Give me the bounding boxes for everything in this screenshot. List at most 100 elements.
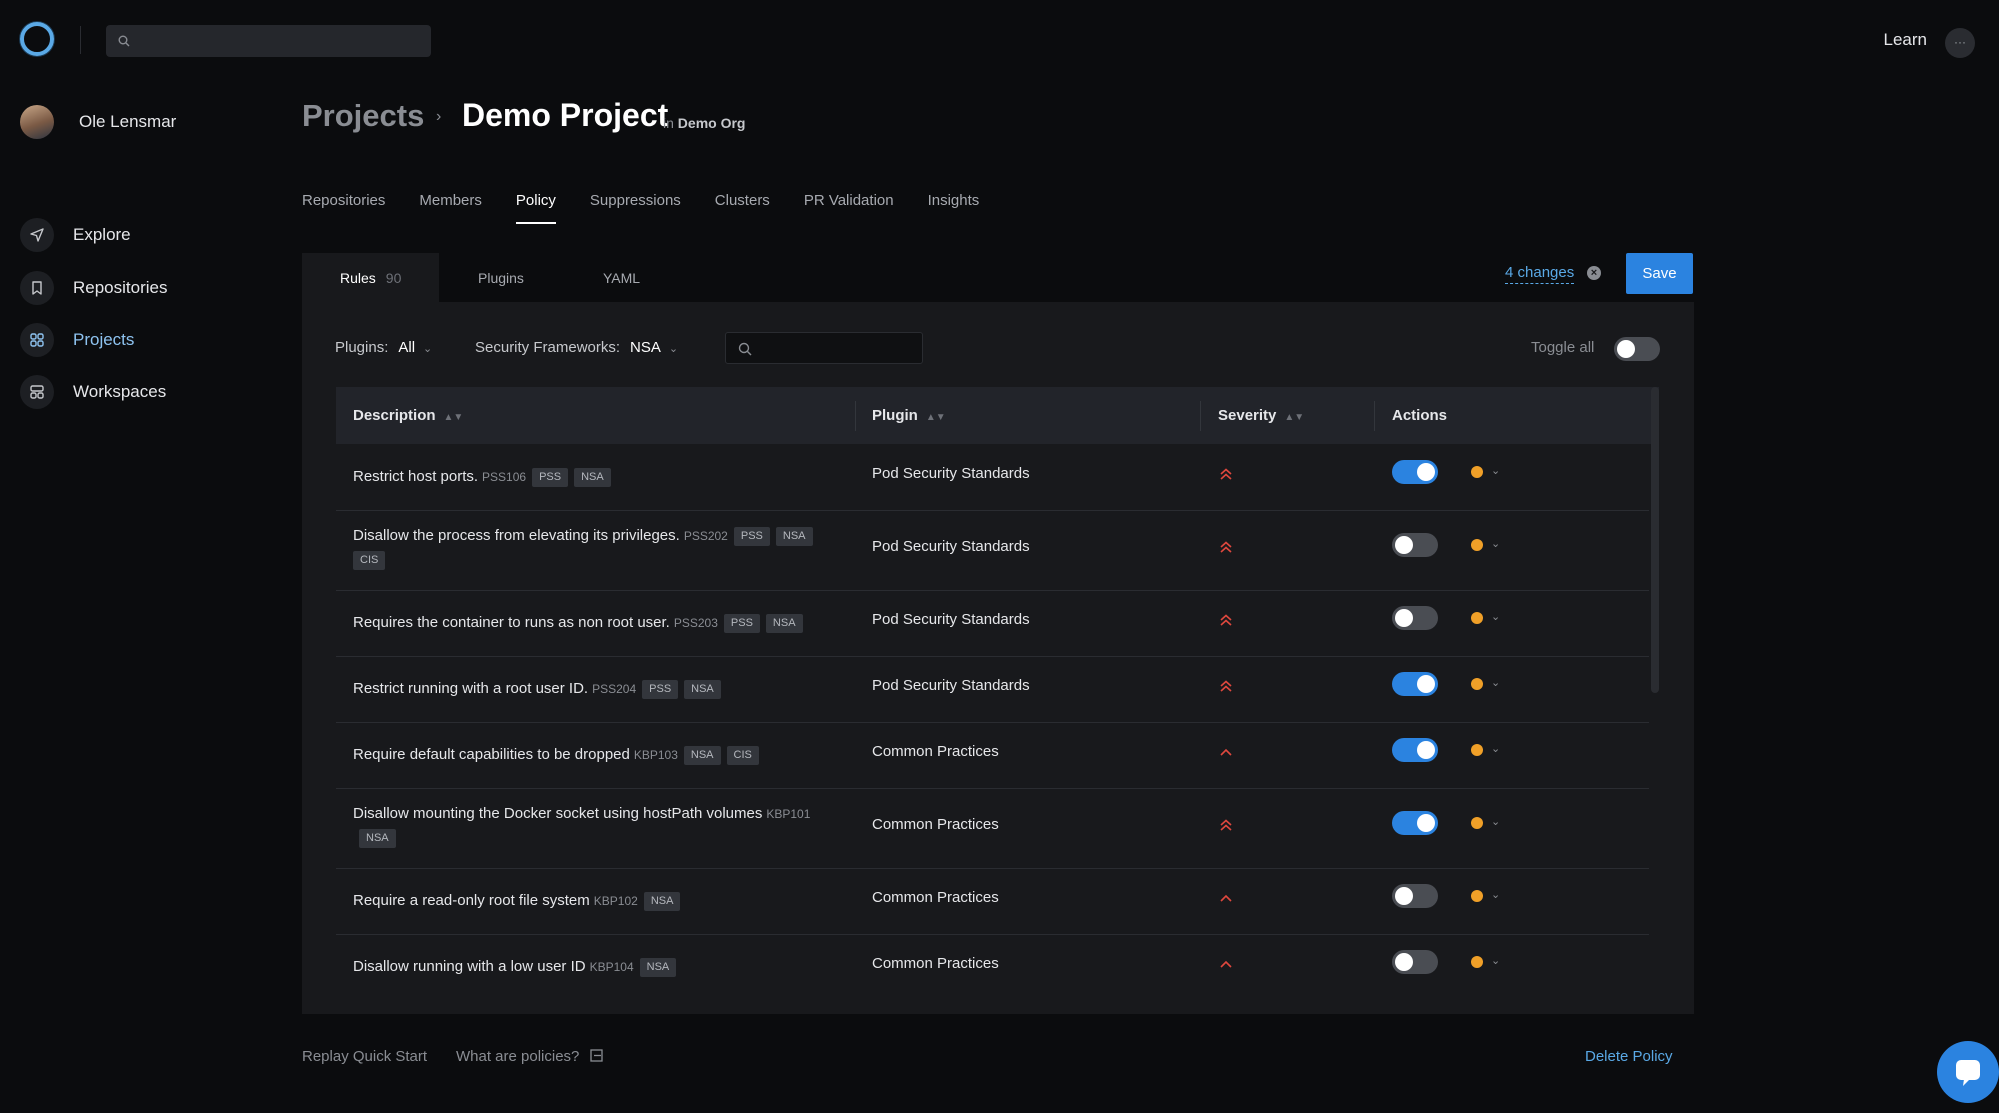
chevron-down-icon: ⌄ <box>668 343 679 355</box>
tab-pr-validation[interactable]: PR Validation <box>804 192 894 224</box>
severity-level-dot[interactable] <box>1471 890 1483 902</box>
breadcrumb-projects-link[interactable]: Projects <box>302 98 424 134</box>
more-options-button[interactable]: ··· <box>1945 28 1975 58</box>
chevron-down-icon[interactable]: ⌄ <box>1491 742 1500 755</box>
rules-label: Rules <box>340 270 376 286</box>
org-name[interactable]: Demo Org <box>678 115 746 131</box>
sidebar-item-repositories[interactable]: Repositories <box>20 270 168 306</box>
severity-medium-icon <box>1218 890 1234 911</box>
sidebar-item-workspaces[interactable]: Workspaces <box>20 374 166 410</box>
chevron-down-icon[interactable]: ⌄ <box>1491 464 1500 477</box>
workspaces-icon <box>20 375 54 409</box>
column-divider <box>855 401 856 431</box>
learn-link[interactable]: Learn <box>1884 30 1927 50</box>
column-header-plugin[interactable]: Plugin ▲▼ <box>872 407 946 424</box>
framework-tag: NSA <box>639 957 677 977</box>
rule-enabled-toggle[interactable] <box>1392 811 1438 835</box>
severity-level-dot[interactable] <box>1471 817 1483 829</box>
severity-level-dot[interactable] <box>1471 744 1483 756</box>
column-header-severity[interactable]: Severity ▲▼ <box>1218 407 1304 424</box>
global-search-input[interactable] <box>106 25 431 57</box>
subtab-rules[interactable]: Rules 90 <box>302 253 440 303</box>
rule-plugin: Common Practices <box>872 955 999 972</box>
severity-high-icon <box>1218 466 1234 487</box>
org-prefix: in <box>663 115 674 131</box>
toggle-knob <box>1417 675 1435 693</box>
severity-level-dot[interactable] <box>1471 466 1483 478</box>
severity-level-dot[interactable] <box>1471 956 1483 968</box>
replay-quick-start-link[interactable]: Replay Quick Start <box>302 1048 427 1065</box>
plugins-filter-label: Plugins: <box>335 339 389 356</box>
sidebar-item-label: Projects <box>73 330 135 349</box>
tab-members[interactable]: Members <box>419 192 482 224</box>
severity-level-dot[interactable] <box>1471 678 1483 690</box>
severity-high-icon <box>1218 817 1234 838</box>
chevron-down-icon[interactable]: ⌄ <box>1491 954 1500 967</box>
chevron-down-icon[interactable]: ⌄ <box>1491 888 1500 901</box>
rule-enabled-toggle[interactable] <box>1392 950 1438 974</box>
sort-icon: ▲▼ <box>925 412 946 423</box>
rule-plugin: Pod Security Standards <box>872 465 1030 482</box>
tab-policy[interactable]: Policy <box>515 192 556 224</box>
framework-tag: CIS <box>726 745 759 765</box>
framework-tag: PSS <box>532 467 569 487</box>
severity-medium-icon <box>1218 956 1234 977</box>
clear-changes-icon[interactable]: × <box>1587 266 1601 280</box>
rule-enabled-toggle[interactable] <box>1392 606 1438 630</box>
delete-policy-link[interactable]: Delete Policy <box>1585 1048 1673 1065</box>
sidebar-item-explore[interactable]: Explore <box>20 217 131 253</box>
rule-enabled-toggle[interactable] <box>1392 672 1438 696</box>
rule-id: KBP103 <box>633 748 678 762</box>
rule-enabled-toggle[interactable] <box>1392 460 1438 484</box>
chevron-down-icon[interactable]: ⌄ <box>1491 815 1500 828</box>
breadcrumb-org: in Demo Org <box>663 115 745 131</box>
chevron-down-icon[interactable]: ⌄ <box>1491 537 1500 550</box>
rule-description-cell: Require default capabilities to be dropp… <box>353 743 843 767</box>
chevron-right-icon: › <box>436 108 442 125</box>
app-logo[interactable] <box>20 22 54 56</box>
frameworks-filter-value: NSA <box>630 339 661 356</box>
column-divider <box>1200 401 1201 431</box>
chevron-down-icon[interactable]: ⌄ <box>1491 676 1500 689</box>
chat-support-button[interactable] <box>1937 1041 1999 1103</box>
tab-suppressions[interactable]: Suppressions <box>590 192 681 224</box>
severity-level-dot[interactable] <box>1471 612 1483 624</box>
column-header-label: Plugin <box>872 407 918 424</box>
column-header-label: Severity <box>1218 407 1277 424</box>
toggle-all-switch[interactable] <box>1614 337 1660 361</box>
framework-tag: PSS <box>642 679 679 699</box>
sort-icon: ▲▼ <box>1284 412 1305 423</box>
divider <box>80 26 81 54</box>
rule-plugin: Common Practices <box>872 743 999 760</box>
rule-enabled-toggle[interactable] <box>1392 884 1438 908</box>
plugins-filter[interactable]: Plugins: All ⌄ <box>335 339 432 356</box>
tab-repositories[interactable]: Repositories <box>302 192 385 224</box>
toggle-knob <box>1395 887 1413 905</box>
rules-search-input[interactable] <box>725 332 923 364</box>
toggle-knob <box>1395 536 1413 554</box>
column-header-label: Description <box>353 407 436 424</box>
rule-plugin: Pod Security Standards <box>872 538 1030 555</box>
severity-level-dot[interactable] <box>1471 539 1483 551</box>
save-button[interactable]: Save <box>1626 253 1693 294</box>
toggle-knob <box>1417 463 1435 481</box>
column-header-description[interactable]: Description ▲▼ <box>353 407 463 424</box>
tab-clusters[interactable]: Clusters <box>715 192 770 224</box>
severity-high-icon <box>1218 539 1234 560</box>
rule-enabled-toggle[interactable] <box>1392 738 1438 762</box>
table-scrollbar[interactable] <box>1651 387 1659 693</box>
sidebar-item-projects[interactable]: Projects <box>20 322 134 358</box>
frameworks-filter[interactable]: Security Frameworks: NSA ⌄ <box>475 339 678 356</box>
subtab-plugins[interactable]: Plugins <box>478 253 524 303</box>
table-header: Description ▲▼ Plugin ▲▼ Severity ▲▼ Action… <box>336 387 1659 444</box>
rule-enabled-toggle[interactable] <box>1392 533 1438 557</box>
chevron-down-icon[interactable]: ⌄ <box>1491 610 1500 623</box>
what-are-policies-link[interactable]: What are policies? <box>456 1048 603 1065</box>
subtab-yaml[interactable]: YAML <box>603 253 640 303</box>
rule-description-cell: Disallow mounting the Docker socket usin… <box>353 802 843 850</box>
avatar[interactable] <box>20 105 54 139</box>
changes-link[interactable]: 4 changes <box>1505 264 1575 284</box>
tab-insights[interactable]: Insights <box>928 192 980 224</box>
rule-id: PSS204 <box>592 682 637 696</box>
rules-table: Description ▲▼ Plugin ▲▼ Severity ▲▼ Action… <box>336 387 1659 983</box>
